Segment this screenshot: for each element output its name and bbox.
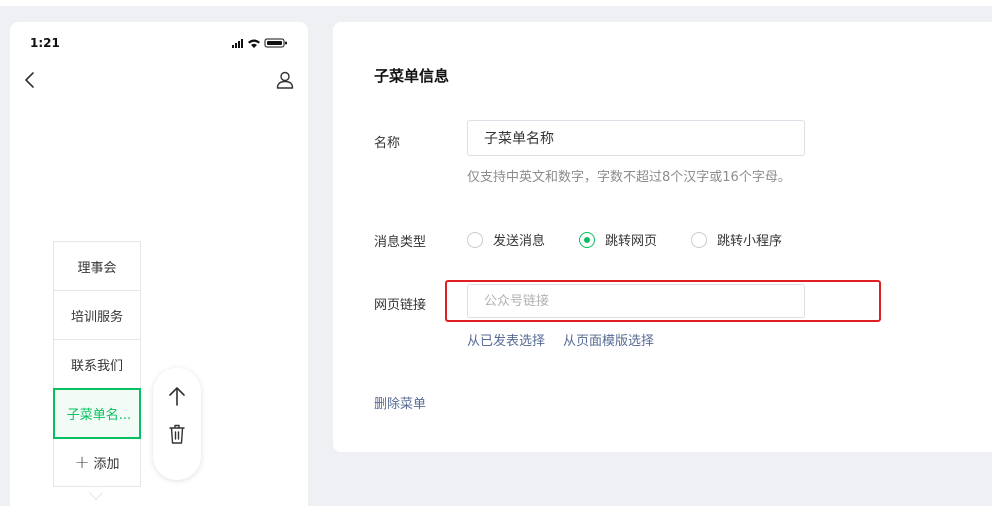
delete-menu-link[interactable]: 删除菜单: [374, 393, 426, 412]
select-from-published-link[interactable]: 从已发表选择: [467, 330, 545, 349]
user-icon[interactable]: [276, 70, 294, 90]
battery-icon: [264, 38, 287, 48]
add-submenu-button[interactable]: + 添加: [54, 439, 140, 486]
message-type-radio-group: 发送消息 跳转网页 跳转小程序: [467, 230, 816, 249]
select-from-template-link[interactable]: 从页面模版选择: [563, 330, 654, 349]
wifi-icon: [248, 39, 260, 48]
submenu-list: 理事会 培训服务 联系我们 子菜单名... + 添加: [53, 241, 141, 487]
submenu-info-panel: 子菜单信息 名称 仅支持中英文和数字，字数不超过8个汉字或16个字母。 消息类型…: [333, 22, 992, 452]
submenu-item[interactable]: 理事会: [54, 242, 140, 291]
submenu-actions: [153, 368, 201, 480]
radio-indicator: [691, 231, 708, 248]
phone-preview: 1:21 理事会 培训服务 联系我们 子菜单名... + 添加: [10, 22, 308, 506]
signal-icon: [232, 39, 243, 48]
radio-label: 跳转网页: [605, 234, 658, 249]
add-label: 添加: [93, 457, 120, 472]
radio-label: 发送消息: [493, 234, 546, 249]
top-strip: [0, 0, 992, 6]
chevron-left-icon[interactable]: [22, 70, 40, 90]
webpage-link-input[interactable]: [467, 284, 805, 318]
submenu-item-selected[interactable]: 子菜单名...: [53, 388, 141, 439]
radio-open-miniprogram[interactable]: 跳转小程序: [691, 230, 782, 249]
plus-icon: +: [74, 452, 90, 473]
arrow-up-icon[interactable]: [167, 385, 187, 407]
radio-indicator: [467, 231, 483, 248]
name-hint: 仅支持中英文和数字，字数不超过8个汉字或16个字母。: [467, 170, 791, 185]
name-label: 名称: [374, 136, 401, 151]
name-input[interactable]: [467, 120, 805, 156]
radio-send-message[interactable]: 发送消息: [467, 230, 545, 249]
radio-label: 跳转小程序: [717, 234, 783, 249]
menu-caret: [88, 485, 104, 501]
link-source-options: 从已发表选择 从页面模版选择: [467, 330, 654, 349]
submenu-item[interactable]: 培训服务: [54, 291, 140, 340]
radio-indicator: [579, 231, 596, 248]
status-icons: [232, 38, 287, 48]
message-type-label: 消息类型: [374, 235, 427, 250]
radio-open-webpage[interactable]: 跳转网页: [579, 230, 657, 249]
panel-title: 子菜单信息: [374, 67, 450, 85]
trash-icon[interactable]: [167, 423, 187, 445]
submenu-item[interactable]: 联系我们: [54, 340, 140, 389]
webpage-link-label: 网页链接: [374, 298, 427, 313]
status-time: 1:21: [30, 36, 60, 50]
